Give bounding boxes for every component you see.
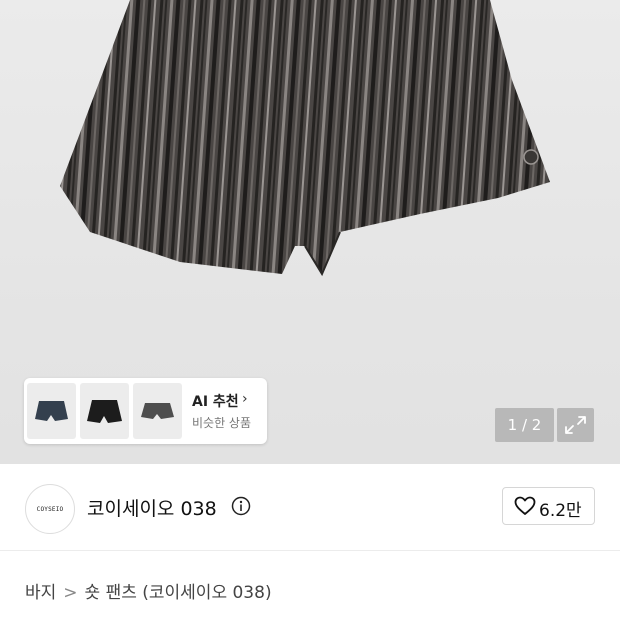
breadcrumb: 바지 > 숏 팬츠 (코이세이오 038) [25,578,272,603]
breadcrumb-separator: > [63,583,78,603]
brand-row: COYSEIO 코이세이오 038 6.2만 [0,464,620,550]
info-icon[interactable] [231,496,251,516]
brand-name[interactable]: 코이세이오 038 [87,494,217,521]
divider [0,550,620,551]
like-count: 6.2만 [539,501,582,521]
ai-recommend-card[interactable]: AI 추천 › 비슷한 상품 [24,378,267,444]
breadcrumb-item-pants[interactable]: 바지 [25,578,56,603]
brand-logo[interactable]: COYSEIO [25,484,75,534]
breadcrumb-item-shorts[interactable]: 숏 팬츠 (코이세이오 038) [85,578,272,603]
ai-recommend-title: AI 추천 [192,394,239,410]
ai-recommend-subtitle: 비슷한 상품 [192,416,252,430]
thumbnail-navy-shorts[interactable] [27,383,76,439]
image-page-counter: 1 / 2 [495,408,554,442]
expand-button[interactable] [557,408,594,442]
like-button[interactable]: 6.2만 [502,487,595,525]
product-image-gallery[interactable]: AI 추천 › 비슷한 상품 1 / 2 [0,0,620,464]
chevron-right-icon: › [242,391,248,407]
expand-icon [565,416,586,434]
heart-icon [514,496,536,515]
thumbnail-black-shorts[interactable] [80,383,129,439]
thumbnail-gray-shorts[interactable] [133,383,182,439]
